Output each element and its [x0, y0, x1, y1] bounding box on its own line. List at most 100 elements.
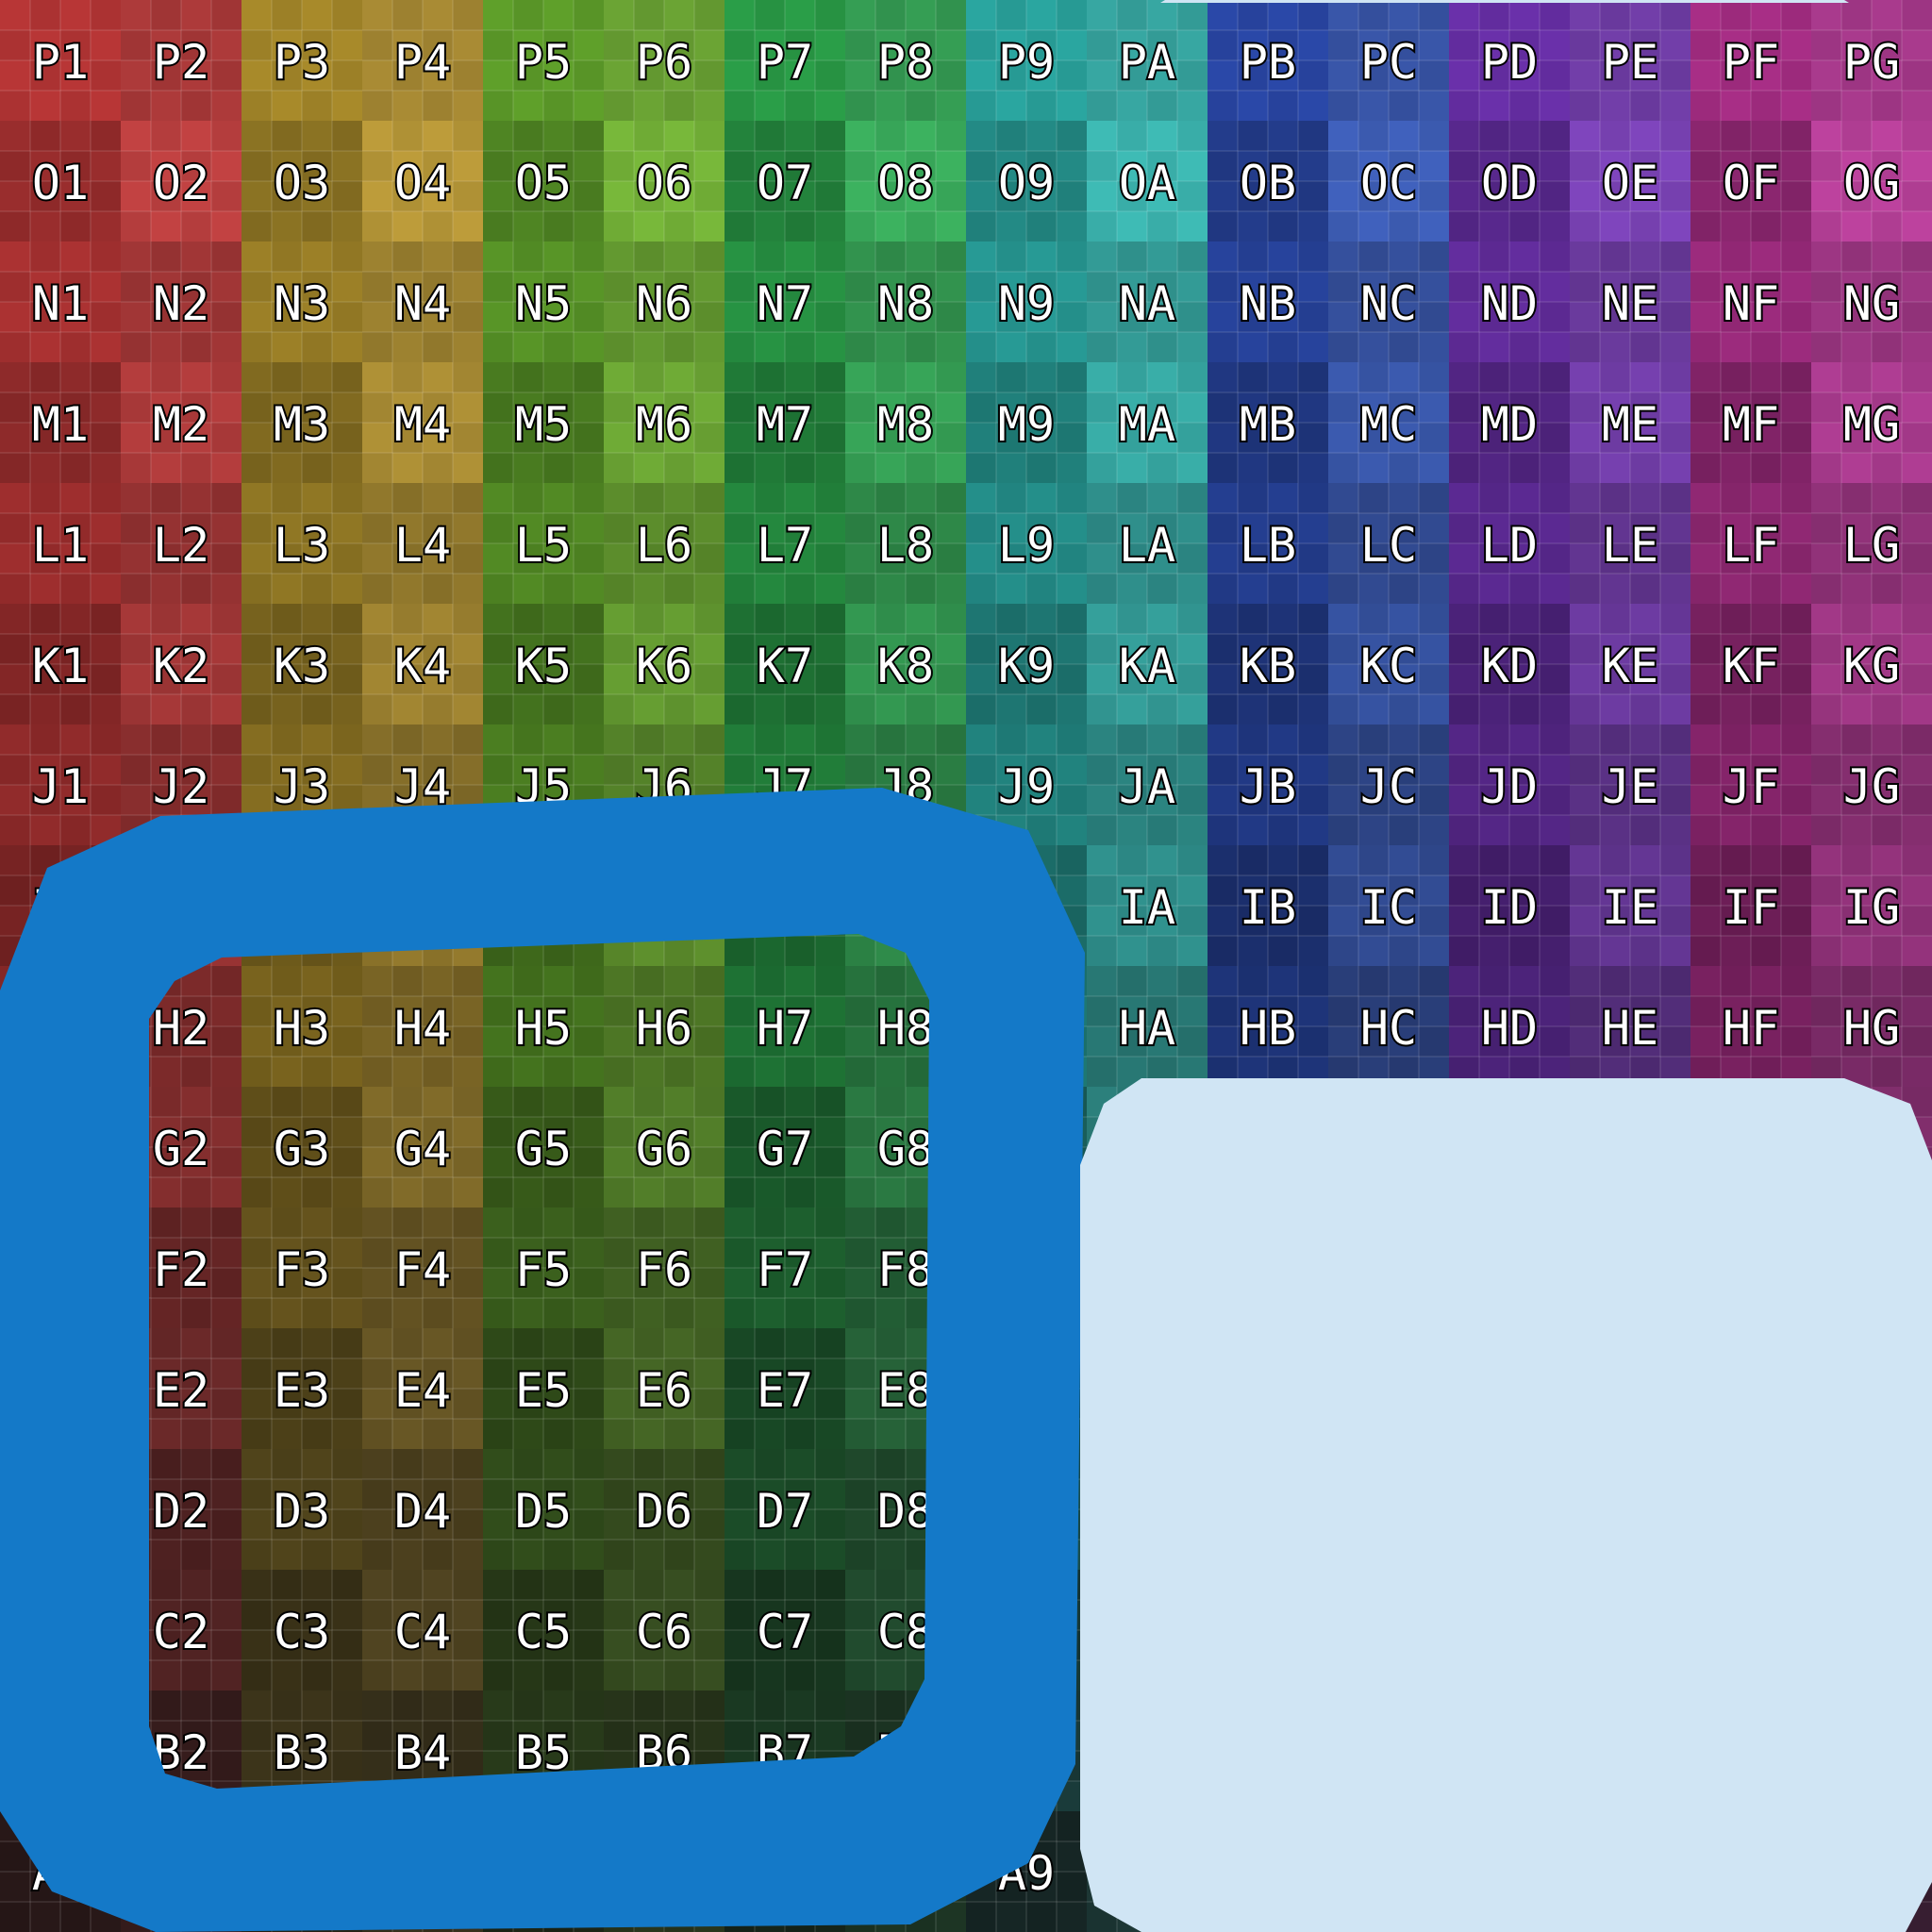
grid-cell-BB: BB	[1208, 1690, 1328, 1811]
grid-subcell	[332, 1751, 362, 1781]
grid-subcell	[1208, 453, 1238, 483]
grid-cell-HD: HD	[1449, 966, 1570, 1087]
grid-subcell	[1540, 362, 1570, 392]
grid-cell-label: L4	[394, 518, 451, 573]
grid-subcell	[1781, 423, 1811, 453]
grid-subcell	[1419, 302, 1449, 332]
grid-cell-label: O4	[394, 156, 451, 210]
grid-subcell	[1238, 1087, 1268, 1117]
grid-subcell	[332, 1872, 362, 1902]
grid-subcell	[513, 604, 543, 634]
grid-cell-label: BG	[1843, 1725, 1900, 1780]
grid-cell-label: A7	[757, 1846, 813, 1901]
grid-subcell	[1268, 1781, 1298, 1811]
grid-subcell	[1026, 1660, 1057, 1690]
grid-subcell	[1177, 543, 1208, 574]
grid-subcell	[1811, 936, 1841, 966]
grid-cell-label: B9	[998, 1725, 1055, 1780]
grid-subcell	[0, 574, 30, 604]
grid-subcell	[724, 755, 755, 785]
grid-subcell	[121, 1902, 151, 1932]
grid-subcell	[1690, 996, 1721, 1026]
grid-subcell	[30, 1087, 60, 1117]
grid-subcell	[1902, 1389, 1932, 1419]
grid-subcell	[574, 906, 604, 936]
grid-cell-label: BA	[1119, 1725, 1175, 1780]
grid-subcell	[694, 1751, 724, 1781]
grid-subcell	[1208, 1177, 1238, 1208]
grid-cell-G2: G2	[121, 1087, 242, 1208]
grid-subcell	[1540, 966, 1570, 996]
grid-subcell	[845, 815, 875, 845]
grid-cell-L4: L4	[362, 483, 483, 604]
grid-cell-J6: J6	[604, 724, 724, 845]
grid-subcell	[1177, 1449, 1208, 1479]
grid-subcell	[966, 211, 996, 242]
grid-subcell	[513, 242, 543, 272]
grid-subcell	[634, 1570, 664, 1600]
grid-cell-G7: G7	[724, 1087, 845, 1208]
grid-cell-label: I9	[998, 880, 1055, 935]
grid-cell-OD: OD	[1449, 121, 1570, 242]
grid-subcell	[121, 1117, 151, 1147]
grid-subcell	[121, 1841, 151, 1872]
grid-subcell	[1419, 785, 1449, 815]
grid-cell-F4: F4	[362, 1208, 483, 1328]
grid-subcell	[1026, 1540, 1057, 1570]
grid-subcell	[1811, 332, 1841, 362]
grid-subcell	[664, 1298, 694, 1328]
grid-subcell	[1690, 815, 1721, 845]
grid-subcell	[181, 574, 211, 604]
grid-subcell	[483, 272, 513, 302]
grid-subcell	[634, 1690, 664, 1721]
grid-subcell	[0, 1177, 30, 1208]
grid-subcell	[1841, 483, 1872, 513]
grid-cell-A1: A1	[0, 1811, 121, 1932]
grid-subcell	[875, 1811, 906, 1841]
grid-cell-label: O3	[274, 156, 330, 210]
grid-subcell	[1781, 1087, 1811, 1117]
grid-subcell	[1328, 453, 1358, 483]
grid-subcell	[1177, 242, 1208, 272]
grid-subcell	[1177, 1690, 1208, 1721]
grid-subcell	[121, 30, 151, 60]
grid-subcell	[1208, 1600, 1238, 1630]
grid-cell-label: F2	[153, 1242, 209, 1297]
grid-subcell	[875, 242, 906, 272]
grid-cell-JD: JD	[1449, 724, 1570, 845]
grid-subcell	[1268, 1540, 1298, 1570]
grid-subcell	[1630, 815, 1660, 845]
grid-subcell	[1690, 91, 1721, 121]
grid-subcell	[1057, 604, 1087, 634]
grid-subcell	[151, 1690, 181, 1721]
grid-subcell	[1268, 1902, 1298, 1932]
grid-subcell	[875, 1328, 906, 1358]
grid-subcell	[936, 1208, 966, 1238]
grid-subcell	[1298, 242, 1328, 272]
grid-cell-label: N8	[877, 276, 934, 331]
grid-cell-OA: OA	[1087, 121, 1208, 242]
grid-subcell	[966, 1660, 996, 1690]
grid-subcell	[121, 1721, 151, 1751]
grid-cell-HF: HF	[1690, 966, 1811, 1087]
grid-subcell	[453, 1147, 483, 1177]
grid-subcell	[1026, 453, 1057, 483]
grid-subcell	[574, 242, 604, 272]
grid-subcell	[1087, 1177, 1117, 1208]
grid-cell-label: E3	[274, 1363, 330, 1418]
grid-subcell	[242, 1721, 272, 1751]
grid-subcell	[1690, 1358, 1721, 1389]
grid-subcell	[755, 845, 785, 875]
grid-subcell	[543, 1419, 574, 1449]
grid-subcell	[60, 211, 91, 242]
grid-subcell	[453, 906, 483, 936]
grid-subcell	[91, 1026, 121, 1057]
grid-subcell	[151, 121, 181, 151]
grid-subcell	[1570, 815, 1600, 845]
grid-subcell	[1419, 1449, 1449, 1479]
grid-subcell	[1117, 724, 1147, 755]
grid-cell-P3: P3	[242, 0, 362, 121]
grid-subcell	[1630, 1660, 1660, 1690]
grid-subcell	[1238, 1449, 1268, 1479]
grid-subcell	[30, 0, 60, 30]
